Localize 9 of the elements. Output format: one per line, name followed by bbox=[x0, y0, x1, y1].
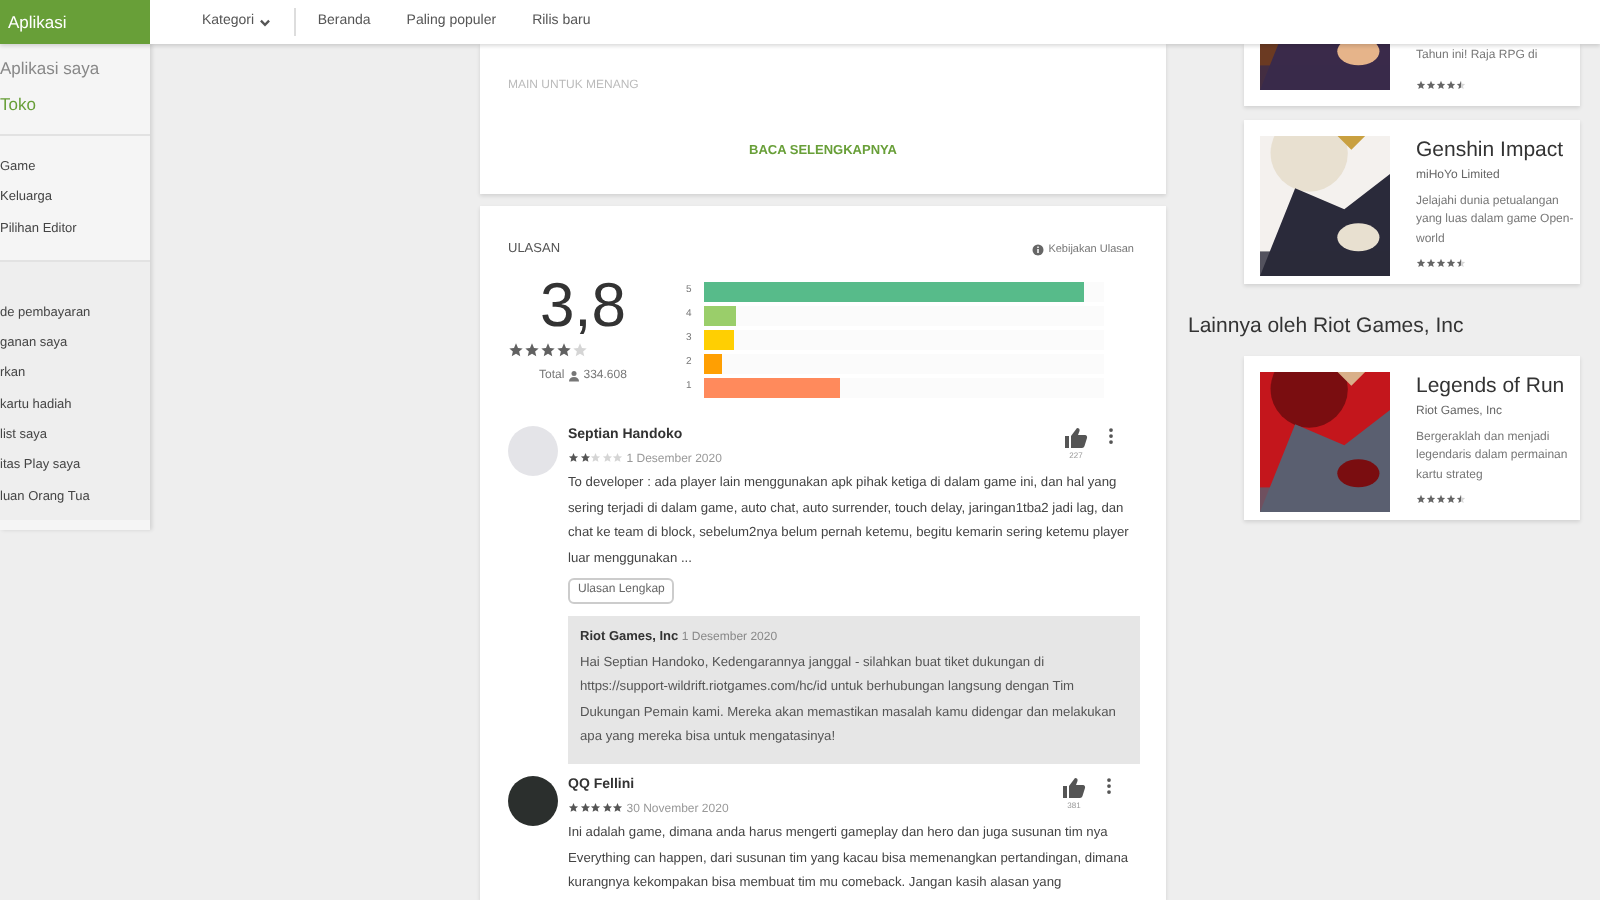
thumbs-up-icon[interactable] bbox=[1062, 775, 1086, 800]
caret-icon bbox=[257, 15, 272, 29]
app-title[interactable]: Legends of Run bbox=[1416, 371, 1580, 403]
average-rating: 3,8 bbox=[539, 273, 627, 338]
person-icon bbox=[567, 370, 580, 383]
thumbs-up-icon[interactable] bbox=[1064, 425, 1088, 450]
app-title[interactable]: Genshin Impact bbox=[1416, 136, 1580, 168]
info-icon bbox=[1032, 243, 1045, 256]
section-title: Lainnya oleh Riot Games, Inc bbox=[1188, 312, 1466, 342]
